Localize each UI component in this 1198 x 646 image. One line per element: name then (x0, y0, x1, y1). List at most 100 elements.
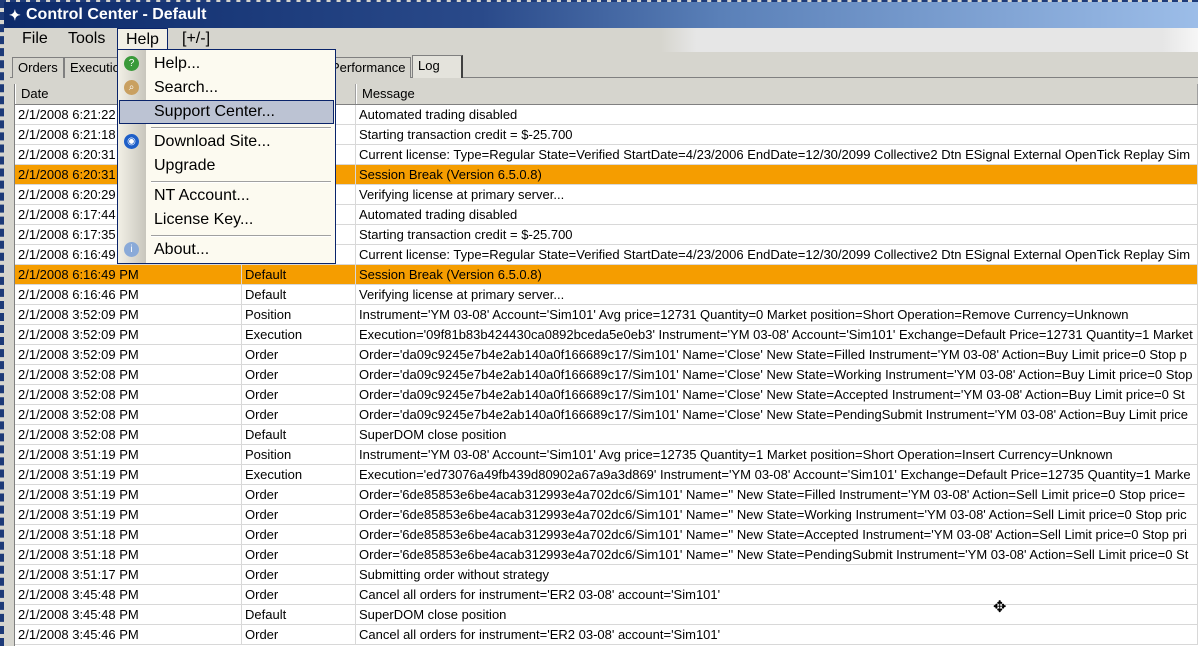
date-cell: 2/1/2008 3:51:19 PM (15, 445, 242, 464)
menu-item-about[interactable]: i About... (119, 238, 334, 262)
date-cell: 2/1/2008 3:45:46 PM (15, 625, 242, 644)
date-cell: 2/1/2008 3:52:08 PM (15, 425, 242, 444)
table-row[interactable]: 2/1/2008 3:52:08 PM Order Order='da09c9245… (15, 405, 1198, 425)
menu-item-upgrade[interactable]: Upgrade (119, 154, 334, 178)
date-cell: 2/1/2008 3:51:18 PM (15, 525, 242, 544)
category-cell: Position (242, 305, 356, 324)
category-cell: Order (242, 485, 356, 504)
category-cell: Order (242, 385, 356, 404)
menu-item-label: License Key... (154, 211, 254, 228)
menu-item-license-key[interactable]: License Key... (119, 208, 334, 232)
message-cell: Current license: Type=Regular State=Veri… (356, 145, 1198, 164)
message-cell: Order='6de85853e6be4acab312993e4a702dc6/… (356, 485, 1198, 504)
column-message[interactable]: Message (356, 84, 1198, 104)
table-row[interactable]: 2/1/2008 3:52:09 PM Order Order='da09c9245… (15, 345, 1198, 365)
date-cell: 2/1/2008 3:52:08 PM (15, 365, 242, 384)
message-cell: SuperDOM close position (356, 605, 1198, 624)
table-row[interactable]: 2/1/2008 3:51:19 PM Position Instrument='Y… (15, 445, 1198, 465)
date-cell: 2/1/2008 3:51:19 PM (15, 485, 242, 504)
table-row[interactable]: 2/1/2008 3:51:19 PM Execution Execution='e… (15, 465, 1198, 485)
message-cell: Verifying license at primary server... (356, 285, 1198, 304)
search-icon: ⌕ (124, 80, 139, 95)
table-row[interactable]: 2/1/2008 6:16:49 PM Default Session Break … (15, 265, 1198, 285)
menu-separator (151, 181, 331, 183)
menu-item-label: Search... (154, 79, 219, 96)
tab-executions[interactable]: Executio (64, 57, 124, 78)
date-cell: 2/1/2008 3:52:09 PM (15, 345, 242, 364)
tab-log[interactable]: Log (412, 55, 463, 78)
menu-item-help[interactable]: ? Help... (119, 52, 334, 76)
table-row[interactable]: 2/1/2008 6:16:46 PM Default Verifying lice… (15, 285, 1198, 305)
menu-item-label: Help... (154, 55, 201, 72)
move-cursor-icon: ✥ (993, 599, 1007, 616)
category-cell: Order (242, 545, 356, 564)
category-cell: Order (242, 525, 356, 544)
table-row[interactable]: 2/1/2008 3:51:18 PM Order Order='6de85853e… (15, 545, 1198, 565)
category-cell: Default (242, 605, 356, 624)
category-cell: Position (242, 445, 356, 464)
info-icon: i (124, 242, 139, 257)
category-cell: Default (242, 285, 356, 304)
table-row[interactable]: 2/1/2008 3:52:08 PM Default SuperDOM close… (15, 425, 1198, 445)
menu-item-search[interactable]: ⌕ Search... (119, 76, 334, 100)
menu-item-nt-account[interactable]: NT Account... (119, 184, 334, 208)
globe-icon: ◉ (124, 134, 139, 149)
menu-item-download-site[interactable]: ◉ Download Site... (119, 130, 334, 154)
message-cell: Execution='09f81b83b424430ca0892bceda5e0… (356, 325, 1198, 344)
message-cell: Starting transaction credit = $-25.700 (356, 225, 1198, 244)
table-row[interactable]: 2/1/2008 3:52:08 PM Order Order='da09c9245… (15, 385, 1198, 405)
category-cell: Order (242, 365, 356, 384)
menu-help[interactable]: Help (117, 28, 168, 51)
table-row[interactable]: 2/1/2008 3:52:09 PM Execution Execution='0… (15, 325, 1198, 345)
message-cell: Submitting order without strategy (356, 565, 1198, 584)
message-cell: Order='da09c9245e7b4e2ab140a0f166689c17/… (356, 405, 1198, 424)
menu-file[interactable]: File (14, 28, 56, 52)
message-cell: Execution='ed73076a49fb439d80902a67a9a3d… (356, 465, 1198, 484)
date-cell: 2/1/2008 3:52:09 PM (15, 325, 242, 344)
message-cell: Verifying license at primary server... (356, 185, 1198, 204)
table-row[interactable]: 2/1/2008 3:51:18 PM Order Order='6de85853e… (15, 525, 1198, 545)
date-cell: 2/1/2008 3:51:18 PM (15, 545, 242, 564)
message-cell: Cancel all orders for instrument='ER2 03… (356, 625, 1198, 644)
message-cell: Current license: Type=Regular State=Veri… (356, 245, 1198, 264)
title-bar[interactable]: ✦ Control Center - Default (4, 2, 1198, 28)
category-cell: Order (242, 565, 356, 584)
table-row[interactable]: 2/1/2008 3:45:46 PM Order Cancel all order… (15, 625, 1198, 645)
category-cell: Order (242, 585, 356, 604)
table-row[interactable]: 2/1/2008 3:52:08 PM Order Order='da09c9245… (15, 365, 1198, 385)
category-cell: Default (242, 425, 356, 444)
menu-tools[interactable]: Tools (60, 28, 113, 52)
message-cell: Order='6de85853e6be4acab312993e4a702dc6/… (356, 525, 1198, 544)
date-cell: 2/1/2008 3:52:09 PM (15, 305, 242, 324)
message-cell: Automated trading disabled (356, 205, 1198, 224)
date-cell: 2/1/2008 3:45:48 PM (15, 605, 242, 624)
message-cell: Order='6de85853e6be4acab312993e4a702dc6/… (356, 545, 1198, 564)
table-row[interactable]: 2/1/2008 3:45:48 PM Default SuperDOM close… (15, 605, 1198, 625)
tab-orders[interactable]: Orders (12, 57, 64, 78)
table-row[interactable]: 2/1/2008 3:45:48 PM Order Cancel all order… (15, 585, 1198, 605)
date-cell: 2/1/2008 3:52:08 PM (15, 405, 242, 424)
message-cell: Starting transaction credit = $-25.700 (356, 125, 1198, 144)
help-icon: ? (124, 56, 139, 71)
table-row[interactable]: 2/1/2008 3:51:19 PM Order Order='6de85853e… (15, 505, 1198, 525)
message-cell: Instrument='YM 03-08' Account='Sim101' A… (356, 305, 1198, 324)
date-cell: 2/1/2008 3:52:08 PM (15, 385, 242, 404)
date-cell: 2/1/2008 3:51:17 PM (15, 565, 242, 584)
table-row[interactable]: 2/1/2008 3:52:09 PM Position Instrument='Y… (15, 305, 1198, 325)
message-cell: Instrument='YM 03-08' Account='Sim101' A… (356, 445, 1198, 464)
menu-separator (151, 235, 331, 237)
message-cell: Session Break (Version 6.5.0.8) (356, 165, 1198, 184)
category-cell: Order (242, 405, 356, 424)
category-cell: Order (242, 345, 356, 364)
category-cell: Execution (242, 465, 356, 484)
menu-item-label: About... (154, 241, 210, 258)
tab-performance[interactable]: Performance (326, 57, 412, 78)
menu-item-label: NT Account... (154, 187, 250, 204)
message-cell: Order='da09c9245e7b4e2ab140a0f166689c17/… (356, 365, 1198, 384)
date-cell: 2/1/2008 3:51:19 PM (15, 465, 242, 484)
table-row[interactable]: 2/1/2008 3:51:19 PM Order Order='6de85853e… (15, 485, 1198, 505)
menu-item-support-center[interactable]: Support Center... (119, 100, 334, 124)
table-row[interactable]: 2/1/2008 3:51:17 PM Order Submitting order… (15, 565, 1198, 585)
menu-separator (151, 127, 331, 129)
date-cell: 2/1/2008 6:16:46 PM (15, 285, 242, 304)
